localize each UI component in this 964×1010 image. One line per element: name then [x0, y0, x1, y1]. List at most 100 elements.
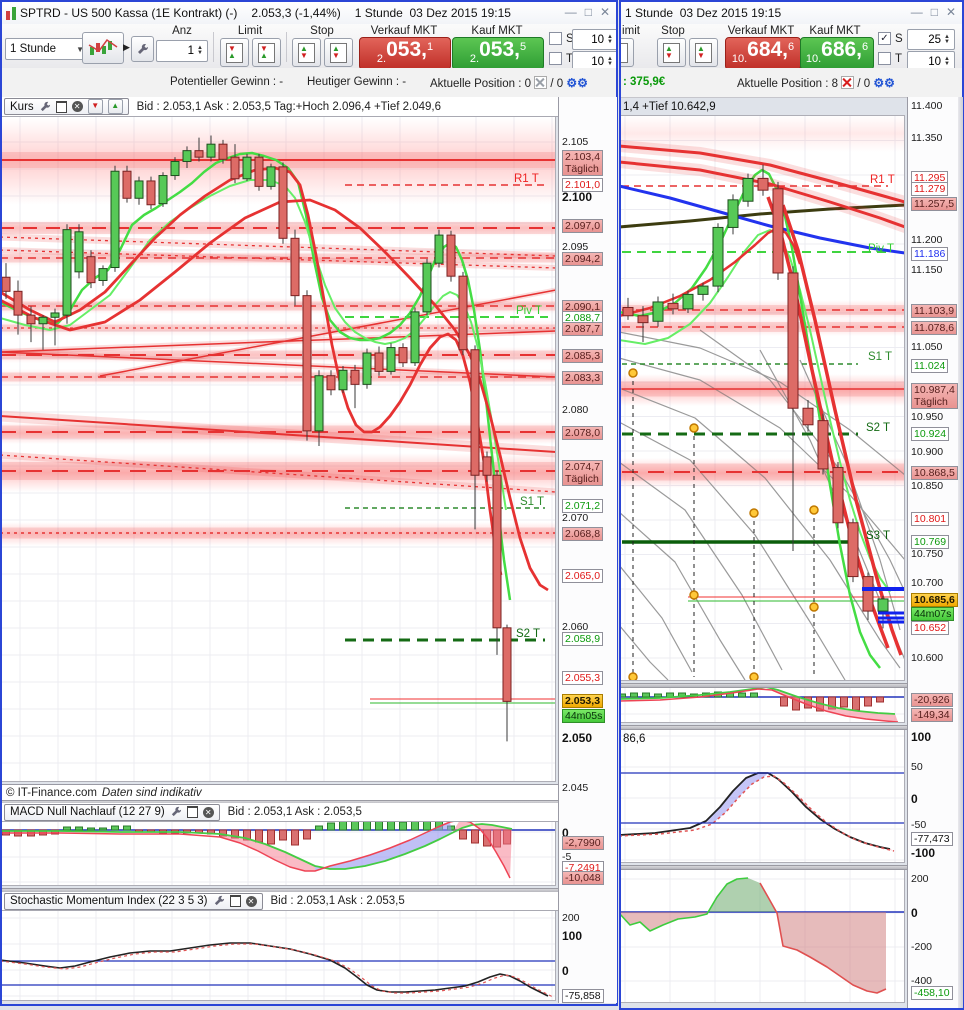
axis-label: 2.103,4Täglich — [562, 150, 603, 176]
titlebar-us500[interactable]: SPTRD - US 500 Kassa (1E Kontrakt) (-) 2… — [2, 2, 616, 25]
axis-label: 44m05s — [562, 709, 605, 723]
axis-label: 11.257,5 — [911, 197, 957, 211]
position-settings-gear-icon[interactable]: ⚙⚙ — [566, 76, 588, 90]
wrench-icon[interactable] — [213, 895, 225, 907]
close-icon[interactable]: ✕ — [946, 5, 958, 19]
axis-label: 10.868,5 — [911, 466, 958, 480]
price-panel-header: Kurs ✕ ▼ ▲ Bid : 2.053,1 Ask : 2.053,5 T… — [2, 97, 558, 117]
stop-label: Stop — [310, 25, 334, 37]
chart-style-button[interactable] — [82, 32, 124, 64]
limit-buy-button[interactable]: ▼▲ — [252, 38, 281, 67]
axis-label: -200 — [911, 941, 932, 953]
stop-distance-stepper[interactable]: 10▲▼ — [572, 29, 616, 50]
minimize-icon[interactable]: — — [565, 5, 579, 19]
titlebar-dax[interactable]: 1 Stunde 03 Dez 2015 19:15 — □ ✕ — [621, 2, 962, 25]
sell-market-button[interactable]: 2.053,1 — [359, 37, 451, 69]
timeframe-datetime: 1 Stunde 03 Dez 2015 19:15 — [625, 6, 781, 20]
last-price: 2.053,3 (-1,44%) — [251, 6, 340, 20]
axis-label: 0 — [911, 792, 918, 806]
timeframe-datetime: 1 Stunde 03 Dez 2015 19:15 — [355, 6, 511, 20]
stop-sell-button[interactable]: ▲▼ — [657, 38, 686, 67]
axis-label: 11.103,9 — [911, 304, 957, 318]
close-position-icon[interactable] — [841, 76, 854, 89]
axis-label: -10,048 — [562, 871, 604, 885]
axis-label: -77,473 — [911, 832, 953, 846]
axis-label: -2,7990 — [562, 836, 604, 850]
axis-label: 10.850 — [911, 480, 943, 492]
maximize-icon[interactable]: □ — [931, 5, 940, 19]
period-select[interactable]: 1 Stunde▼ — [5, 38, 89, 60]
axis-label: 10.769 — [911, 535, 949, 549]
stop-buy-icon: ▲▼ — [695, 43, 712, 63]
wrench-icon — [136, 43, 149, 56]
axis-label: 10.900 — [911, 446, 943, 458]
close-panel-icon[interactable]: ✕ — [72, 101, 83, 112]
axis-label: 11.078,6 — [911, 321, 957, 335]
stoch-bid-ask: Bid : 2.053,1 Ask : 2.053,5 — [271, 895, 405, 907]
sell-market-button[interactable]: 10.684,6 — [725, 37, 801, 69]
buy-mkt-label: Kauf MKT — [471, 25, 522, 37]
axis-label: 200 — [911, 873, 929, 885]
anz-stepper[interactable]: 1▲▼ — [156, 40, 208, 62]
axis-label: 0 — [911, 906, 918, 920]
today-profit: Heutiger Gewinn : - — [307, 76, 406, 88]
axis-label: 2.074,7Täglich — [562, 460, 603, 486]
limit-label-cut: imit — [622, 25, 640, 37]
stop-distance-stepper[interactable]: 25▲▼ — [907, 29, 955, 50]
stop-sell-button[interactable]: ▲▼ — [292, 38, 321, 67]
axis-label: 11.350 — [911, 132, 942, 144]
chart-settings-button[interactable] — [131, 36, 154, 62]
target-checkbox[interactable]: T — [878, 52, 902, 65]
buy-market-button[interactable]: 10.686,6 — [800, 37, 874, 69]
axis-label: -20,926 — [911, 693, 953, 707]
axis-label: 2.068,8 — [562, 527, 603, 541]
close-icon[interactable]: ✕ — [600, 5, 612, 19]
stop-checkbox[interactable]: S — [549, 32, 574, 45]
expand-arrow-icon[interactable]: ▶ — [123, 42, 130, 53]
limit-buy-button[interactable]: ▼▲ — [621, 38, 634, 67]
close-panel-icon[interactable]: ✕ — [246, 896, 257, 907]
panel-title: Kurs — [10, 101, 34, 113]
axis-label: 11.200 — [911, 234, 942, 246]
stop-buy-button[interactable]: ▲▼ — [689, 38, 718, 67]
close-panel-icon[interactable]: ✕ — [203, 807, 214, 818]
stop-checkbox[interactable]: ✓S — [878, 32, 903, 45]
price-axis-dax[interactable]: 11.40011.35011.29511.27911.257,511.20011… — [907, 97, 959, 1008]
axis-label: 2.105 — [562, 136, 588, 148]
target-distance-stepper[interactable]: 10▲▼ — [572, 51, 616, 69]
macd-title: MACD Null Nachlauf (12 27 9) — [10, 806, 165, 818]
axis-label: 2.087,7 — [562, 322, 603, 336]
axis-label: 2.085,3 — [562, 349, 603, 363]
axis-label: 11.150 — [911, 264, 942, 276]
target-distance-stepper[interactable]: 10▲▼ — [907, 51, 955, 69]
stop-buy-button[interactable]: ▲▼ — [324, 38, 353, 67]
maximize-icon[interactable]: □ — [585, 5, 594, 19]
wrench-icon[interactable] — [170, 806, 182, 818]
instrument-icon — [6, 6, 16, 20]
detach-icon[interactable] — [56, 101, 67, 113]
target-checkbox[interactable]: T — [549, 52, 573, 65]
axis-label: 10.685,6 — [911, 593, 958, 607]
limit-sell-button[interactable]: ▼▲ — [220, 38, 249, 67]
limit-label: Limit — [238, 25, 262, 37]
price-axis-us500[interactable]: 2.1052.103,4Täglich2.101,02.1002.097,02.… — [558, 97, 617, 1003]
minimize-icon[interactable]: — — [911, 5, 925, 19]
buy-arrow-button[interactable]: ▲ — [108, 99, 123, 114]
axis-label: 2.094,2 — [562, 252, 603, 266]
wrench-icon[interactable] — [39, 101, 51, 113]
stop-sell-icon: ▲▼ — [663, 43, 680, 63]
detach-icon[interactable] — [230, 895, 241, 907]
close-position-icon[interactable] — [534, 76, 547, 89]
buy-market-button[interactable]: 2.053,5 — [452, 37, 544, 69]
sell-mkt-label: Verkauf MKT — [371, 25, 437, 37]
axis-label: 2.078,0 — [562, 426, 603, 440]
detach-icon[interactable] — [187, 806, 198, 818]
macd-panel-header: MACD Null Nachlauf (12 27 9) ✕ Bid : 2.0… — [2, 803, 558, 822]
profit-row: Potentieller Gewinn : - Heutiger Gewinn … — [2, 68, 616, 98]
axis-label: 2.083,3 — [562, 371, 603, 385]
profit-row: : 375,9€ Aktuelle Position : 8 / 0 ⚙⚙ — [621, 68, 962, 98]
axis-label: 11.400 — [911, 100, 942, 112]
scrollbar[interactable] — [958, 97, 963, 1008]
position-settings-gear-icon[interactable]: ⚙⚙ — [873, 76, 895, 90]
sell-arrow-button[interactable]: ▼ — [88, 99, 103, 114]
